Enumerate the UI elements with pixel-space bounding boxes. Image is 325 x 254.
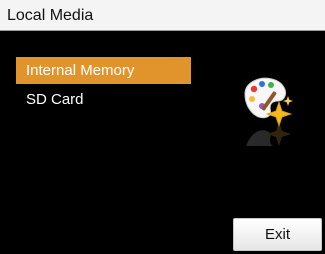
local-media-screen: Local Media Internal Memory SD Card Exit [0, 0, 325, 254]
exit-button[interactable]: Exit [233, 218, 322, 251]
palette-sparkle-icon [240, 76, 296, 170]
title-bar: Local Media [0, 0, 325, 31]
menu-item-internal-memory[interactable]: Internal Memory [16, 57, 191, 84]
page-title: Local Media [7, 7, 94, 24]
menu-item-sd-card[interactable]: SD Card [16, 86, 191, 113]
menu-item-label: Internal Memory [26, 62, 135, 79]
menu-item-label: SD Card [26, 91, 84, 108]
